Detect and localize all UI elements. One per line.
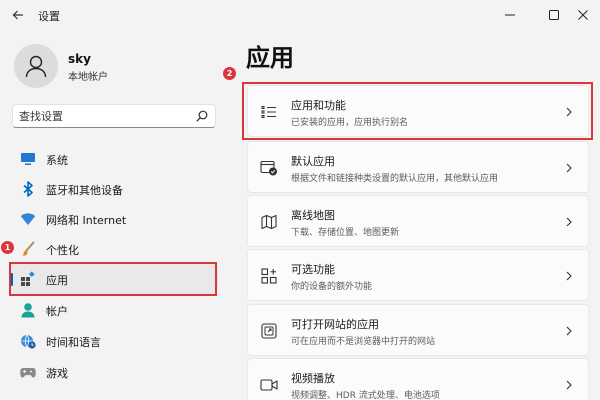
search-box[interactable] [12, 104, 216, 128]
sidebar-item-accounts[interactable]: 帐户 [10, 295, 218, 325]
card-subtitle: 可在应用而不是浏览器中打开的网站 [291, 337, 436, 347]
sidebar-item-apps[interactable]: 应用 [10, 264, 218, 294]
sidebar-item-gaming[interactable]: 游戏 [10, 357, 218, 387]
card-apps-features[interactable]: 应用和功能 已安装的应用，应用执行别名 [247, 85, 589, 137]
maximize-icon [549, 10, 559, 20]
back-button[interactable] [8, 5, 28, 25]
title-bar: 设置 [0, 0, 600, 30]
wifi-icon [20, 211, 36, 227]
card-title: 视频播放 [291, 372, 335, 385]
card-title: 默认应用 [291, 155, 335, 168]
monitor-icon [20, 151, 36, 167]
gamepad-icon [20, 364, 36, 380]
search-input[interactable] [19, 108, 189, 124]
card-subtitle: 已安装的应用，应用执行别名 [291, 118, 409, 128]
sidebar-item-label: 应用 [46, 274, 68, 287]
card-title: 应用和功能 [291, 99, 346, 112]
default-app-icon [260, 159, 278, 177]
chevron-right-icon [564, 379, 574, 391]
card-video-playback[interactable]: 视频播放 视频调整、HDR 流式处理、电池选项 [247, 358, 589, 400]
sidebar-item-label: 游戏 [46, 367, 68, 380]
account-icon [20, 302, 36, 318]
chevron-right-icon [564, 325, 574, 337]
chevron-right-icon [564, 216, 574, 228]
account-type: 本地帐户 [68, 72, 108, 83]
step-badge-2: 2 [223, 67, 236, 80]
sidebar-item-network[interactable]: 网络和 Internet [10, 204, 218, 234]
chevron-right-icon [564, 106, 574, 118]
video-icon [260, 376, 278, 394]
sidebar-item-label: 系统 [46, 154, 68, 167]
selection-indicator [10, 273, 13, 286]
close-icon [578, 10, 588, 20]
card-apps-for-websites[interactable]: 可打开网站的应用 可在应用而不是浏览器中打开的网站 [247, 304, 589, 356]
avatar[interactable] [14, 44, 58, 88]
page-title: 应用 [246, 44, 294, 72]
sidebar-item-label: 网络和 Internet [46, 214, 127, 227]
sidebar-item-label: 帐户 [46, 305, 68, 318]
card-subtitle: 你的设备的额外功能 [291, 282, 373, 292]
sidebar-item-label: 时间和语言 [46, 336, 101, 349]
step-badge-1: 1 [1, 241, 14, 254]
map-icon [260, 213, 278, 231]
grid-plus-icon [260, 267, 278, 285]
card-optional-features[interactable]: 可选功能 你的设备的额外功能 [247, 249, 589, 301]
app-title: 设置 [38, 10, 60, 23]
brush-icon [20, 241, 36, 257]
card-offline-maps[interactable]: 离线地图 下载、存储位置、地图更新 [247, 195, 589, 247]
search-icon[interactable] [195, 109, 209, 123]
bluetooth-icon [20, 181, 36, 197]
sidebar-item-bluetooth[interactable]: 蓝牙和其他设备 [10, 174, 218, 204]
close-button[interactable] [566, 0, 600, 30]
minimize-button[interactable] [488, 0, 532, 30]
globe-clock-icon [20, 333, 36, 349]
arrow-left-icon [12, 10, 23, 20]
chevron-right-icon [564, 162, 574, 174]
card-title: 离线地图 [291, 209, 335, 222]
user-name: sky [68, 52, 91, 66]
list-icon [260, 103, 278, 121]
card-title: 可选功能 [291, 263, 335, 276]
chevron-right-icon [564, 270, 574, 282]
person-icon [25, 55, 47, 78]
card-default-apps[interactable]: 默认应用 根据文件和链接种类设置的默认应用，其他默认应用 [247, 141, 589, 193]
sidebar-item-label: 蓝牙和其他设备 [46, 184, 123, 197]
open-web-icon [260, 322, 278, 340]
sidebar-item-personalization[interactable]: 个性化 [10, 234, 218, 264]
sidebar-item-label: 个性化 [46, 244, 79, 257]
card-subtitle: 根据文件和链接种类设置的默认应用，其他默认应用 [291, 174, 499, 184]
minimize-icon [505, 14, 515, 16]
sidebar-item-time-language[interactable]: 时间和语言 [10, 326, 218, 356]
apps-icon [20, 271, 36, 287]
card-subtitle: 视频调整、HDR 流式处理、电池选项 [291, 391, 440, 400]
card-title: 可打开网站的应用 [291, 318, 379, 331]
sidebar-item-system[interactable]: 系统 [10, 144, 218, 174]
settings-window: 设置 sky 本地帐户 系统 [0, 0, 600, 400]
card-subtitle: 下载、存储位置、地图更新 [291, 228, 400, 238]
